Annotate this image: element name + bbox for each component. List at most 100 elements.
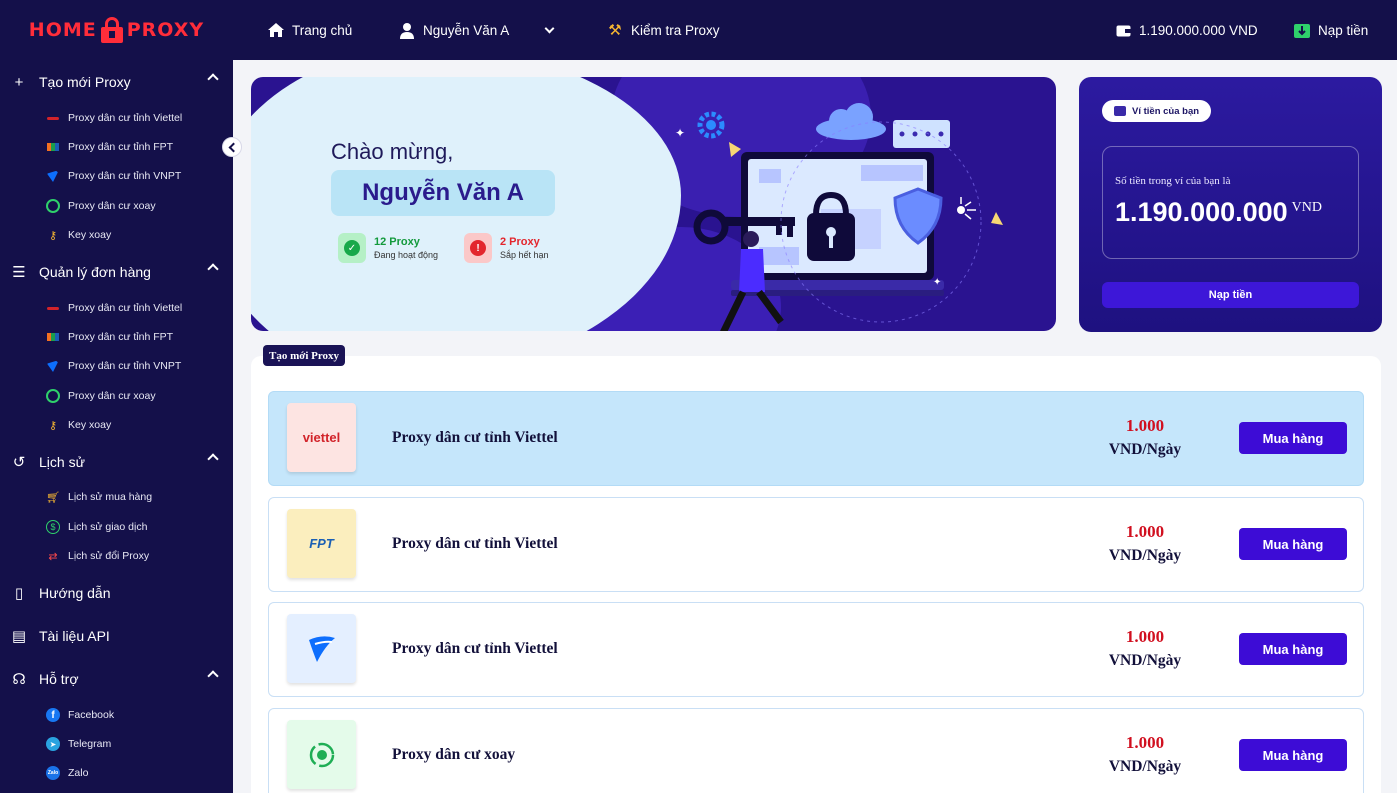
product-row[interactable]: Proxy dân cư tỉnh Viettel 1.000 VND/Ngày… <box>268 602 1364 697</box>
chevron-up-icon <box>207 73 219 85</box>
sidebar-section-label: Hướng dẫn <box>39 585 111 601</box>
swap-icon: ⇄ <box>48 550 58 563</box>
nav-home-label: Trang chủ <box>292 22 353 38</box>
wallet-pill: Ví tiền của bạn <box>1102 100 1212 122</box>
sidebar-item-label: Proxy dân cư xoay <box>68 390 156 402</box>
sidebar-item-swap-history[interactable]: ⇄ Lịch sử đổi Proxy <box>46 546 149 566</box>
svg-text:✦: ✦ <box>675 126 685 140</box>
buy-button[interactable]: Mua hàng <box>1239 422 1347 454</box>
chevron-down-icon[interactable] <box>544 23 555 34</box>
sidebar-item-orders-fpt[interactable]: Proxy dân cư tỉnh FPT <box>46 327 173 347</box>
stat-active-count: 12 Proxy <box>374 236 420 248</box>
welcome-banner: Chào mừng, Nguyễn Văn A ✓ 12 Proxy Đang … <box>251 77 1056 331</box>
sidebar-section-history[interactable]: ↺ Lịch sử <box>0 447 233 477</box>
file-code-icon: ▤ <box>11 628 27 645</box>
sidebar-section-api-docs[interactable]: ▤ Tài liệu API <box>0 621 233 651</box>
sidebar-item-transaction-history[interactable]: $ Lịch sử giao dịch <box>46 517 147 537</box>
stat-active: ✓ 12 Proxy Đang hoạt động <box>338 233 438 263</box>
vnpt-icon <box>46 359 60 373</box>
user-icon <box>398 21 416 39</box>
sidebar-item-label: Proxy dân cư tỉnh VNPT <box>68 360 182 372</box>
vnpt-icon <box>46 169 60 183</box>
sidebar-item-telegram[interactable]: ➤ Telegram <box>46 734 111 754</box>
security-illustration: ✦ ✦ <box>675 103 1003 331</box>
sidebar-item-create-vnpt[interactable]: Proxy dân cư tỉnh VNPT <box>46 166 181 186</box>
sidebar-section-label: Quản lý đơn hàng <box>39 264 151 280</box>
price-unit: VND/Ngày <box>1108 441 1182 458</box>
buy-button[interactable]: Mua hàng <box>1239 739 1347 771</box>
logo[interactable]: HOME PROXY <box>0 0 233 60</box>
key-icon: ⚷ <box>48 229 58 242</box>
user-menu[interactable]: Nguyễn Văn A <box>398 19 509 41</box>
stat-expiring-label: Sắp hết hạn <box>500 250 549 260</box>
telegram-icon: ➤ <box>46 737 60 751</box>
wallet-card: Ví tiền của bạn Số tiền trong ví của bạn… <box>1079 77 1382 332</box>
sidebar-item-label: Proxy dân cư tỉnh Viettel <box>68 302 183 314</box>
panel-title: Tạo mới Proxy <box>263 345 346 366</box>
headset-icon: ☊ <box>12 671 26 688</box>
lock-icon <box>100 17 124 43</box>
fpt-icon <box>46 330 60 344</box>
sidebar-item-orders-vnpt[interactable]: Proxy dân cư tỉnh VNPT <box>46 356 181 376</box>
sidebar-section-label: Lịch sử <box>39 454 85 470</box>
sidebar-item-create-key[interactable]: ⚷ Key xoay <box>46 225 111 245</box>
sidebar-section-orders[interactable]: ☰ Quản lý đơn hàng <box>0 257 233 287</box>
welcome-user-name: Nguyễn Văn A <box>331 170 555 216</box>
nav-check-proxy[interactable]: ⚒ Kiểm tra Proxy <box>606 19 720 41</box>
nav-home[interactable]: Trang chủ <box>267 19 352 41</box>
wallet-topup-button[interactable]: Nạp tiền <box>1102 282 1359 308</box>
sidebar-item-label: Proxy dân cư tỉnh FPT <box>68 331 174 343</box>
top-navbar: Trang chủ Nguyễn Văn A ⚒ Kiểm tra Proxy … <box>233 0 1397 60</box>
product-price: 1.000 VND/Ngày <box>1089 416 1201 459</box>
price-unit: VND/Ngày <box>1108 547 1182 564</box>
viettel-icon <box>46 301 60 315</box>
wallet-balance-amount: 1.190.000.000 VND <box>1115 197 1322 228</box>
key-icon: ⚷ <box>48 419 58 432</box>
sidebar-item-create-viettel[interactable]: Proxy dân cư tỉnh Viettel <box>46 108 182 128</box>
rotate-icon <box>46 199 60 213</box>
sidebar-section-guide[interactable]: ▯ Hướng dẫn <box>0 578 233 608</box>
sidebar-item-zalo[interactable]: Zalo Zalo <box>46 763 88 783</box>
sidebar-item-orders-key[interactable]: ⚷ Key xoay <box>46 415 111 435</box>
sidebar-item-label: Key xoay <box>68 229 112 241</box>
product-name: Proxy dân cư tỉnh Viettel <box>392 429 558 446</box>
svg-text:✦: ✦ <box>933 277 941 288</box>
home-icon <box>267 21 285 39</box>
sidebar-item-orders-viettel[interactable]: Proxy dân cư tỉnh Viettel <box>46 298 182 318</box>
product-price: 1.000 VND/Ngày <box>1089 733 1201 776</box>
dollar-icon: $ <box>46 520 60 534</box>
sidebar-section-label: Hỗ trợ <box>39 671 79 687</box>
sidebar-item-create-fpt[interactable]: Proxy dân cư tỉnh FPT <box>46 137 173 157</box>
rotate-icon <box>309 742 334 767</box>
balance-display[interactable]: 1.190.000.000 VND <box>1114 19 1258 41</box>
sidebar-item-orders-rotate[interactable]: Proxy dân cư xoay <box>46 386 156 406</box>
product-row[interactable]: viettel Proxy dân cư tỉnh Viettel 1.000 … <box>268 391 1364 486</box>
product-row[interactable]: Proxy dân cư xoay 1.000 VND/Ngày Mua hàn… <box>268 708 1364 793</box>
wallet-currency: VND <box>1291 200 1323 215</box>
sidebar-item-purchase-history[interactable]: 🛒︎ Lịch sử mua hàng <box>46 487 152 507</box>
wallet-balance-box: Số tiền trong ví của bạn là 1.190.000.00… <box>1102 146 1359 259</box>
sidebar-item-create-rotate[interactable]: Proxy dân cư xoay <box>46 196 156 216</box>
wallet-pill-label: Ví tiền của bạn <box>1132 105 1200 117</box>
buy-button[interactable]: Mua hàng <box>1239 528 1347 560</box>
sidebar-item-label: Lịch sử mua hàng <box>68 491 153 503</box>
balance-value: 1.190.000.000 VND <box>1139 22 1258 38</box>
wallet-balance-label: Số tiền trong ví của bạn là <box>1115 175 1231 187</box>
product-name: Proxy dân cư xoay <box>392 746 516 763</box>
nav-check-proxy-label: Kiểm tra Proxy <box>631 22 720 38</box>
chevron-up-icon <box>207 263 219 275</box>
sidebar-section-support[interactable]: ☊ Hỗ trợ <box>0 664 233 694</box>
sidebar-section-label: Tài liệu API <box>39 628 110 644</box>
sidebar-item-facebook[interactable]: f Facebook <box>46 705 114 725</box>
sidebar-section-create-proxy[interactable]: + Tạo mới Proxy <box>0 67 233 97</box>
collapse-sidebar-button[interactable] <box>222 137 242 157</box>
plus-icon: + <box>14 73 24 91</box>
buy-button[interactable]: Mua hàng <box>1239 633 1347 665</box>
price-amount: 1.000 <box>1125 522 1165 541</box>
sidebar-item-label: Zalo <box>68 767 89 779</box>
logo-text-right: PROXY <box>126 19 205 41</box>
topup-link[interactable]: Nạp tiền <box>1293 19 1368 41</box>
product-row[interactable]: FPT Proxy dân cư tỉnh Viettel 1.000 VND/… <box>268 497 1364 592</box>
facebook-icon: f <box>46 708 60 722</box>
check-icon: ✓ <box>338 233 366 263</box>
